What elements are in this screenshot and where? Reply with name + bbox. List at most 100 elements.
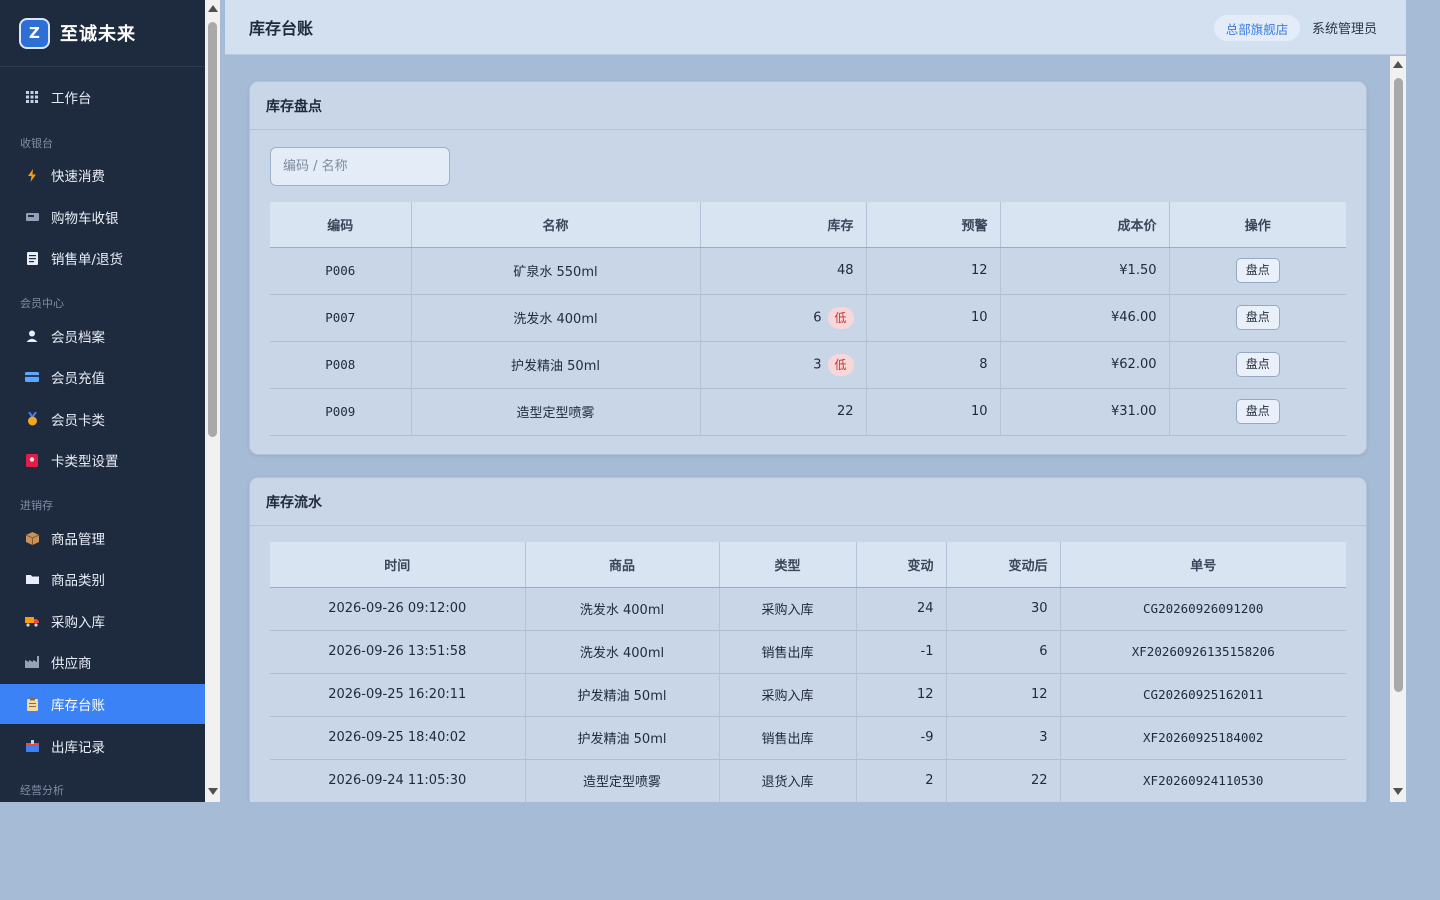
product-name: 洗发水 400ml [411,294,701,342]
sidebar-item-label: 工作台 [51,91,92,107]
low-stock-badge: 低 [827,306,854,329]
top-header: 库存台账 总部旗舰店 系统管理员 [225,0,1406,55]
flow-change: -9 [856,716,947,760]
sidebar-item-label: 商品类别 [51,573,105,589]
inventory-table: 编码 名称 库存 预警 成本价 操作 P006 矿泉水 550ml 48 12 … [270,202,1346,436]
flow-type: 销售出库 [719,630,857,674]
flow-order-no: XF20260925184002 [1060,716,1346,760]
table-row: P007 洗发水 400ml 6低 10 ¥46.00 盘点 [270,294,1346,342]
factory-icon [25,655,39,669]
outbox-icon [25,739,39,753]
action-cell: 盘点 [1169,247,1346,295]
product-name: 护发精油 50ml [411,341,701,389]
truck-icon [25,614,39,628]
stocktake-button[interactable]: 盘点 [1235,258,1280,283]
nav-group-cashier: 收银台 [20,137,53,150]
sidebar-item-label: 库存台账 [51,698,105,714]
sidebar-item-label: 采购入库 [51,615,105,631]
sidebar-item-member-recharge[interactable]: 会员充值 [0,357,205,397]
flow-order-no: CG20260925162011 [1060,673,1346,717]
table-row: 2026-09-26 09:12:00 洗发水 400ml 采购入库 24 30… [270,587,1346,631]
sidebar-item-sales-return[interactable]: 销售单/退货 [0,238,205,278]
action-cell: 盘点 [1169,341,1346,389]
flow-product: 洗发水 400ml [525,587,720,631]
inventory-check-card: 库存盘点 编码 名称 库存 预警 成本价 操作 P006 矿泉水 550ml [249,81,1367,455]
flow-product: 护发精油 50ml [525,673,720,717]
column-header: 预警 [866,202,1001,248]
sidebar-item-supplier[interactable]: 供应商 [0,642,205,682]
column-header: 名称 [411,202,701,248]
alert-level: 10 [866,388,1001,436]
sidebar-item-card-type-settings[interactable]: 卡类型设置 [0,440,205,480]
sidebar-item-cart-checkout[interactable]: 购物车收银 [0,197,205,237]
flow-after: 22 [946,759,1061,802]
nav-group-inventory: 进销存 [20,499,53,512]
sidebar-item-member-card-types[interactable]: 会员卡类 [0,399,205,439]
product-name: 矿泉水 550ml [411,247,701,295]
main-content: 库存盘点 编码 名称 库存 预警 成本价 操作 P006 矿泉水 550ml [225,56,1390,802]
sidebar-item-quick-consume[interactable]: 快速消费 [0,155,205,195]
content-scrollbar-thumb[interactable] [1394,78,1403,692]
product-code: P008 [270,341,412,389]
column-header: 时间 [270,542,526,588]
table-row: 2026-09-25 18:40:02 护发精油 50ml 销售出库 -9 3 … [270,716,1346,760]
search-input[interactable] [270,147,450,186]
sidebar-item-outbound-records[interactable]: 出库记录 [0,726,205,766]
brand-logo-icon: Z [19,17,50,49]
sidebar-item-purchase-inbound[interactable]: 采购入库 [0,601,205,641]
product-code: P009 [270,388,412,436]
sidebar-item-label: 供应商 [51,656,92,672]
table-row: 2026-09-26 13:51:58 洗发水 400ml 销售出库 -1 6 … [270,630,1346,674]
package-icon [25,531,39,545]
sidebar-item-label: 销售单/退货 [51,252,124,268]
inventory-flow-card: 库存流水 时间 商品 类型 变动 变动后 单号 2026-09-26 09:12… [249,477,1367,802]
nav-group-member: 会员中心 [20,297,64,310]
stock-value: 6 [813,310,822,325]
sidebar-item-product-management[interactable]: 商品管理 [0,518,205,558]
content-scrollbar[interactable] [1390,56,1406,802]
sidebar-item-workbench[interactable]: 工作台 [0,77,205,117]
flow-type: 退货入库 [719,759,857,802]
column-header: 操作 [1169,202,1346,248]
flow-time: 2026-09-26 09:12:00 [270,587,526,631]
sidebar-item-product-category[interactable]: 商品类别 [0,559,205,599]
action-cell: 盘点 [1169,388,1346,436]
sidebar-item-inventory-ledger[interactable]: 库存台账 [0,684,205,724]
stock-value: 48 [836,263,854,278]
card-settings-icon [25,453,39,467]
table-row: P009 造型定型喷雾 22 10 ¥31.00 盘点 [270,388,1346,436]
sidebar-scrollbar[interactable] [205,0,220,802]
flow-after: 30 [946,587,1061,631]
column-header: 变动 [856,542,947,588]
stocktake-button[interactable]: 盘点 [1235,305,1280,330]
stock-cell: 6低 [700,294,867,342]
table-row: 2026-09-25 16:20:11 护发精油 50ml 采购入库 12 12… [270,673,1346,717]
sidebar-item-member-profile[interactable]: 会员档案 [0,316,205,356]
store-badge[interactable]: 总部旗舰店 [1214,15,1300,41]
stocktake-button[interactable]: 盘点 [1235,399,1280,424]
stock-cell: 3低 [700,341,867,389]
scroll-down-arrow-icon[interactable] [1393,788,1403,795]
user-name[interactable]: 系统管理员 [1312,18,1377,37]
scroll-down-arrow-icon[interactable] [208,788,218,795]
stock-value: 22 [836,404,854,419]
flow-type: 采购入库 [719,673,857,717]
sidebar-item-label: 出库记录 [51,740,105,756]
flow-change: 24 [856,587,947,631]
flow-order-no: XF20260926135158206 [1060,630,1346,674]
card-title: 库存盘点 [250,82,1366,130]
product-code: P006 [270,247,412,295]
cost-price: ¥31.00 [1000,388,1170,436]
cost-price: ¥46.00 [1000,294,1170,342]
flow-type: 销售出库 [719,716,857,760]
stocktake-button[interactable]: 盘点 [1235,352,1280,377]
flow-change: 2 [856,759,947,802]
column-header: 商品 [525,542,720,588]
low-stock-badge: 低 [827,353,854,376]
scroll-up-arrow-icon[interactable] [208,5,218,12]
sidebar-scrollbar-thumb[interactable] [208,22,217,437]
scroll-up-arrow-icon[interactable] [1393,61,1403,68]
brand: Z 至诚未来 [0,0,205,67]
flow-time: 2026-09-24 11:05:30 [270,759,526,802]
flow-time: 2026-09-25 18:40:02 [270,716,526,760]
